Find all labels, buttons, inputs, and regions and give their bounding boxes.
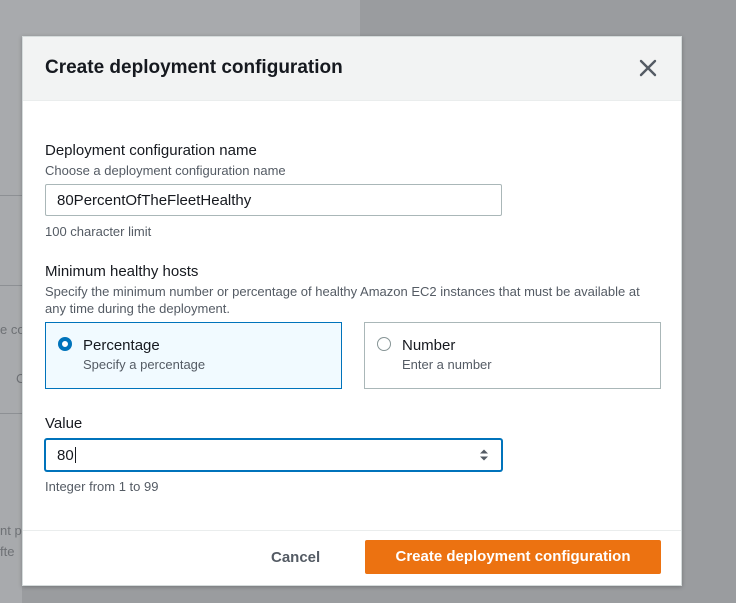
- name-field-constraint: 100 character limit: [45, 224, 152, 239]
- background-text: e co: [0, 322, 22, 337]
- close-button[interactable]: [637, 57, 659, 79]
- dialog-footer: Cancel Create deployment configuration: [23, 530, 681, 585]
- create-deployment-config-dialog: Create deployment configuration Deployme…: [22, 36, 682, 586]
- option-percentage[interactable]: Percentage Specify a percentage: [45, 322, 342, 389]
- cancel-button[interactable]: Cancel: [271, 549, 320, 566]
- dialog-title: Create deployment configuration: [45, 57, 343, 78]
- background-divider: [0, 195, 22, 196]
- background-divider: [0, 413, 22, 414]
- value-input-wrapper: [45, 439, 502, 471]
- background-text: fte: [0, 544, 15, 559]
- option-title: Number: [402, 337, 456, 354]
- background-panel-left: [0, 0, 22, 603]
- option-number[interactable]: Number Enter a number: [364, 322, 661, 389]
- create-deployment-config-button[interactable]: Create deployment configuration: [365, 540, 661, 574]
- value-number-input[interactable]: [45, 439, 502, 471]
- option-subtitle: Enter a number: [402, 357, 492, 372]
- text-cursor: [74, 447, 76, 463]
- spinner-arrows-icon[interactable]: [479, 448, 489, 462]
- radio-button-selected[interactable]: [58, 337, 72, 351]
- background-text: nt p: [0, 523, 22, 538]
- name-field-label: Deployment configuration name: [45, 142, 257, 159]
- config-name-input[interactable]: [45, 184, 502, 216]
- close-icon: [639, 59, 657, 77]
- min-healthy-hosts-description: Specify the minimum number or percentage…: [45, 284, 640, 316]
- option-subtitle: Specify a percentage: [83, 357, 206, 372]
- option-title: Percentage: [83, 337, 160, 354]
- min-healthy-hosts-label: Minimum healthy hosts: [45, 263, 199, 280]
- radio-button[interactable]: [377, 337, 391, 351]
- background-panel-top: [0, 0, 360, 36]
- value-field-constraint: Integer from 1 to 99: [45, 479, 159, 494]
- dialog-header: Create deployment configuration: [23, 37, 681, 101]
- value-field-label: Value: [45, 415, 83, 432]
- name-field-description: Choose a deployment configuration name: [45, 163, 286, 178]
- background-divider: [0, 285, 22, 286]
